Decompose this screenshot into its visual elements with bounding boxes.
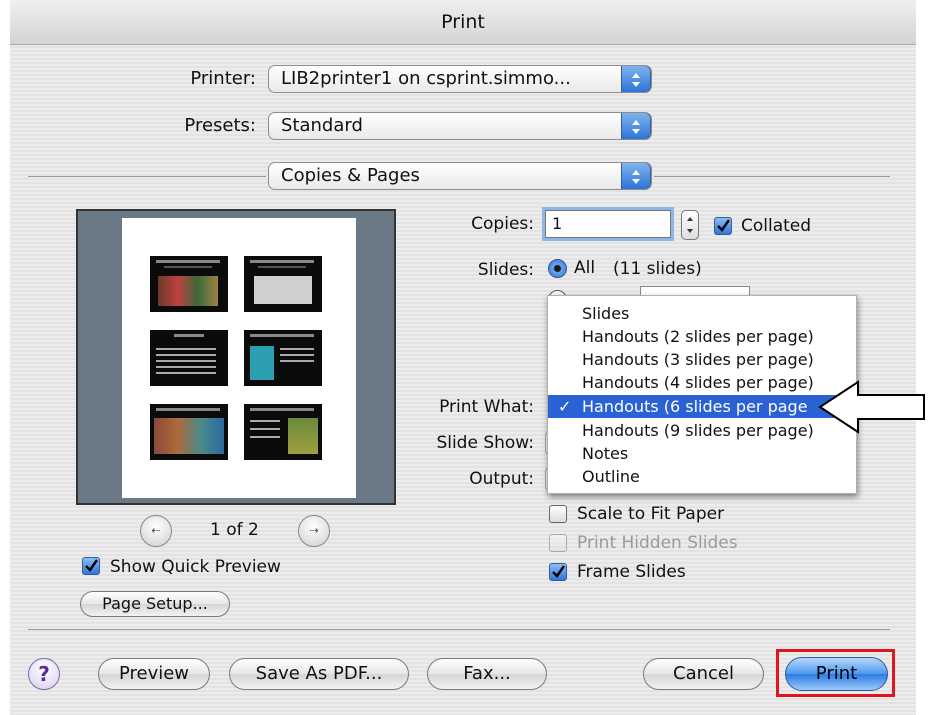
next-page-button[interactable]: ⇢ (298, 515, 330, 547)
menu-item-handouts-3[interactable]: Handouts (3 slides per page) (548, 348, 856, 371)
copies-input[interactable]: 1 (545, 210, 671, 238)
print-hidden-label: Print Hidden Slides (577, 533, 738, 553)
menu-item-handouts-9[interactable]: Handouts (9 slides per page) (548, 419, 856, 442)
print-what-label: Print What: (439, 397, 534, 417)
output-label: Output: (469, 469, 534, 489)
frame-slides-label: Frame Slides (577, 562, 686, 582)
slide-thumbnail (150, 404, 228, 460)
print-what-menu[interactable]: Slides Handouts (2 slides per page) Hand… (547, 295, 857, 494)
slide-thumbnail (150, 256, 228, 312)
popup-arrows-icon (621, 66, 651, 92)
print-hidden-checkbox[interactable] (549, 534, 567, 552)
help-button[interactable]: ? (28, 658, 60, 690)
quick-preview (76, 209, 396, 505)
slide-thumbnail (244, 330, 322, 386)
checkmark-icon: ✓ (558, 397, 572, 416)
slide-thumbnail (150, 330, 228, 386)
menu-item-handouts-4[interactable]: Handouts (4 slides per page) (548, 371, 856, 394)
printer-label: Printer: (190, 68, 256, 89)
copies-label: Copies: (471, 214, 534, 234)
scale-to-fit-label: Scale to Fit Paper (577, 504, 725, 524)
slide-show-label: Slide Show: (436, 433, 534, 453)
arrow-left-icon: ⇠ (151, 524, 161, 537)
page-setup-button[interactable]: Page Setup... (80, 591, 230, 617)
scale-to-fit-checkbox[interactable] (549, 505, 567, 523)
panel-popup[interactable]: Copies & Pages (268, 162, 652, 190)
frame-slides-checkbox[interactable] (549, 563, 567, 581)
divider (28, 629, 890, 630)
popup-arrows-icon (621, 113, 651, 139)
printer-popup[interactable]: LIB2printer1 on csprint.simmo... (268, 65, 652, 93)
menu-item-handouts-6[interactable]: ✓ Handouts (6 slides per page (548, 395, 856, 418)
presets-value: Standard (281, 115, 363, 136)
slides-count: (11 slides) (613, 259, 702, 279)
menu-item-notes[interactable]: Notes (548, 442, 856, 465)
page-indicator: 1 of 2 (210, 520, 259, 540)
stepper-arrows-icon (687, 217, 693, 233)
preview-page (122, 218, 356, 498)
slides-label: Slides: (477, 260, 534, 280)
arrow-right-icon: ⇢ (309, 524, 319, 537)
presets-label: Presets: (184, 115, 256, 136)
preview-button[interactable]: Preview (98, 658, 210, 690)
show-quick-preview-checkbox[interactable] (82, 557, 100, 575)
menu-item-handouts-6-label: Handouts (6 slides per page (582, 397, 808, 416)
popup-arrows-icon (621, 163, 651, 189)
presets-popup[interactable]: Standard (268, 112, 652, 140)
save-as-pdf-button[interactable]: Save As PDF... (229, 658, 409, 690)
highlight-box (776, 649, 895, 697)
slides-all-radio[interactable] (548, 259, 567, 278)
slide-thumbnail (244, 256, 322, 312)
menu-item-outline[interactable]: Outline (548, 465, 856, 488)
panel-value: Copies & Pages (281, 165, 420, 186)
fax-button[interactable]: Fax... (427, 658, 547, 690)
collated-checkbox[interactable] (714, 217, 732, 235)
menu-item-slides[interactable]: Slides (548, 302, 856, 325)
slides-all-label: All (574, 258, 596, 278)
divider (28, 176, 266, 177)
menu-item-handouts-2[interactable]: Handouts (2 slides per page) (548, 325, 856, 348)
collated-label: Collated (741, 216, 812, 236)
callout-arrow-icon (818, 380, 925, 434)
copies-stepper[interactable] (681, 210, 699, 240)
show-quick-preview-label: Show Quick Preview (110, 557, 281, 577)
window-title: Print (10, 0, 916, 45)
printer-value: LIB2printer1 on csprint.simmo... (281, 68, 571, 89)
prev-page-button[interactable]: ⇠ (140, 515, 172, 547)
slide-thumbnail (244, 404, 322, 460)
cancel-button[interactable]: Cancel (643, 658, 764, 690)
divider (654, 176, 890, 177)
